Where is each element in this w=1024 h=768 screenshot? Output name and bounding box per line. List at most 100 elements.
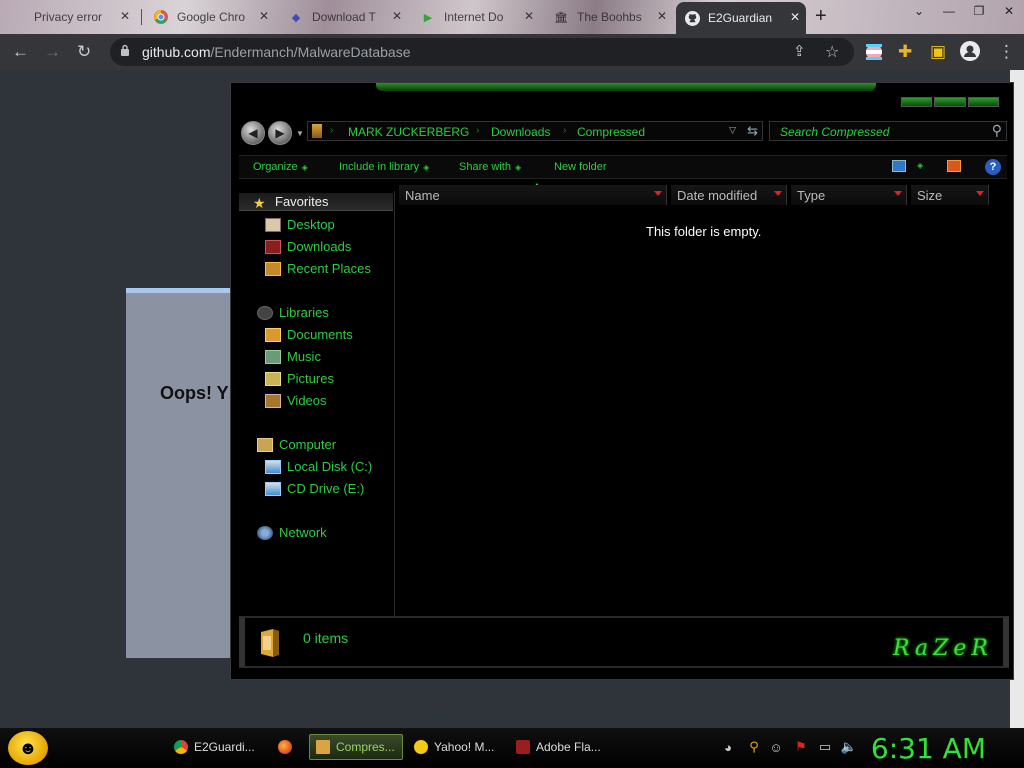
column-dropdown-icon[interactable] <box>976 191 984 196</box>
nav-pictures[interactable]: Pictures <box>265 371 334 386</box>
action-center-flag-icon[interactable]: ⚑ <box>793 739 809 755</box>
column-size[interactable]: Size <box>911 185 989 205</box>
task-e2guardian[interactable]: E2Guardi... <box>168 734 266 760</box>
razer-logo: RaZeR <box>892 636 993 661</box>
share-icon[interactable]: ⇪ <box>793 42 806 60</box>
avatar[interactable] <box>960 41 980 66</box>
nav-network[interactable]: Network <box>257 525 327 540</box>
address-bar[interactable]: github.com/Endermanch/MalwareDatabase <box>110 38 854 66</box>
chevron-right-icon[interactable]: › <box>476 125 479 136</box>
breadcrumb[interactable]: › MARK ZUCKERBERG › Downloads › Compress… <box>307 121 763 141</box>
network-tray-icon[interactable]: ◕ <box>720 739 736 755</box>
task-adobe-flash[interactable]: Adobe Fla... <box>510 734 610 760</box>
chevron-right-icon[interactable]: › <box>563 125 566 136</box>
recent-places-icon <box>265 261 281 276</box>
display-tray-icon[interactable]: ▭ <box>817 739 833 755</box>
search-placeholder: Search Compressed <box>780 125 890 139</box>
search-icon[interactable]: ⚲ <box>992 122 1002 139</box>
task-yahoo[interactable]: Yahoo! M... <box>408 734 504 760</box>
chevron-right-icon[interactable]: › <box>330 125 333 136</box>
breadcrumb-item-compressed[interactable]: Compressed <box>577 125 645 139</box>
close-icon[interactable]: ✕ <box>657 9 667 23</box>
tab-privacy-error[interactable]: Privacy error ✕ <box>2 4 136 30</box>
forward-button[interactable]: ▶ <box>268 121 292 145</box>
close-icon[interactable]: ✕ <box>259 9 269 23</box>
nav-favorites[interactable]: ★ Favorites <box>239 193 393 211</box>
extensions-puzzle-icon[interactable]: ✚ <box>898 42 912 62</box>
url-path: /Endermanch/MalwareDatabase <box>210 44 411 60</box>
preview-pane-icon[interactable] <box>947 160 961 172</box>
close-icon[interactable]: ✕ <box>120 9 130 23</box>
sidepanel-icon[interactable]: ▣ <box>930 42 946 62</box>
breadcrumb-item-user[interactable]: MARK ZUCKERBERG <box>348 125 469 139</box>
refresh-icon[interactable]: ⇆ <box>747 123 758 139</box>
nav-local-disk[interactable]: Local Disk (C:) <box>265 459 372 474</box>
menu-kebab-icon[interactable]: ⋮ <box>998 42 1015 62</box>
window-controls: ⌄ — ❐ ✕ <box>904 0 1024 22</box>
profile-flag-icon[interactable] <box>866 44 882 65</box>
share-with-button[interactable]: Share with ◈ <box>459 161 521 173</box>
help-icon[interactable]: ? <box>985 159 1001 175</box>
close-button[interactable] <box>967 97 999 107</box>
new-tab-icon[interactable]: + <box>815 5 827 28</box>
column-dropdown-icon[interactable] <box>894 191 902 196</box>
tab-download[interactable]: ◆ Download T ✕ <box>280 4 408 30</box>
column-dropdown-icon[interactable] <box>654 191 662 196</box>
nav-computer[interactable]: Computer <box>257 437 336 452</box>
close-icon[interactable]: ✕ <box>392 9 402 23</box>
recent-locations-icon[interactable]: ▼ <box>296 129 304 138</box>
include-in-library-button[interactable]: Include in library ◈ <box>339 161 429 173</box>
close-window-icon[interactable]: ✕ <box>994 0 1024 22</box>
forward-arrow-icon[interactable]: → <box>44 42 61 62</box>
nav-label: Videos <box>287 393 327 408</box>
column-dropdown-icon[interactable] <box>774 191 782 196</box>
column-label: Name <box>405 188 440 203</box>
tab-e2guardian[interactable]: E2Guardian ✕ <box>676 2 806 34</box>
reload-icon[interactable]: ↻ <box>77 42 91 62</box>
tab-google-chrome[interactable]: Google Chro ✕ <box>145 4 275 30</box>
breadcrumb-item-downloads[interactable]: Downloads <box>491 125 550 139</box>
column-type[interactable]: Type <box>791 185 907 205</box>
block-page-heading: Oops! Y <box>160 383 229 403</box>
restore-icon[interactable]: ❐ <box>964 0 994 22</box>
nav-cd-drive[interactable]: CD Drive (E:) <box>265 481 364 496</box>
task-firefox[interactable] <box>272 734 304 760</box>
nav-libraries[interactable]: Libraries <box>257 305 329 320</box>
clock[interactable]: 6:31 AM <box>871 732 986 765</box>
tab-internet-download[interactable]: ▶ Internet Do ✕ <box>412 4 540 30</box>
column-label: Date modified <box>677 188 758 203</box>
column-name[interactable]: Name <box>399 185 667 205</box>
organize-button[interactable]: Organize ◈ <box>253 161 308 173</box>
volume-icon[interactable]: 🔈 <box>841 739 857 755</box>
messenger-tray-icon[interactable]: ☺ <box>768 739 784 755</box>
task-compressed[interactable]: Compres... <box>309 734 403 760</box>
nav-documents[interactable]: Documents <box>265 327 353 342</box>
minimize-button[interactable] <box>901 97 933 107</box>
nav-downloads[interactable]: Downloads <box>265 239 351 254</box>
close-icon[interactable]: ✕ <box>524 9 534 23</box>
bookmark-star-icon[interactable]: ☆ <box>825 42 839 62</box>
back-arrow-icon[interactable]: ← <box>12 42 29 62</box>
tab-search-icon[interactable]: ⌄ <box>904 0 934 22</box>
search-input[interactable]: Search Compressed ⚲ <box>769 121 1007 141</box>
start-button[interactable]: ☻ <box>8 731 48 765</box>
minimize-icon[interactable]: — <box>934 0 964 22</box>
new-folder-button[interactable]: New folder <box>554 161 607 173</box>
tab-archive[interactable]: 🏛 The Boohbs ✕ <box>545 4 673 30</box>
nav-videos[interactable]: Videos <box>265 393 327 408</box>
column-date-modified[interactable]: Date modified <box>671 185 787 205</box>
flash-icon <box>516 740 530 754</box>
close-icon[interactable]: ✕ <box>790 10 800 24</box>
folder-icon <box>316 740 330 754</box>
nav-label: Pictures <box>287 371 334 386</box>
view-dropdown-icon[interactable]: ◈ <box>913 159 923 171</box>
nav-recent-places[interactable]: Recent Places <box>265 261 371 276</box>
view-options-icon[interactable] <box>892 160 906 172</box>
nav-desktop[interactable]: Desktop <box>265 217 335 232</box>
search-tray-icon[interactable]: ⚲ <box>746 739 762 755</box>
chevron-down-icon[interactable]: ▽ <box>729 125 736 136</box>
back-button[interactable]: ◀ <box>241 121 265 145</box>
lock-icon[interactable] <box>120 44 130 56</box>
nav-music[interactable]: Music <box>265 349 321 364</box>
maximize-button[interactable] <box>934 97 966 107</box>
